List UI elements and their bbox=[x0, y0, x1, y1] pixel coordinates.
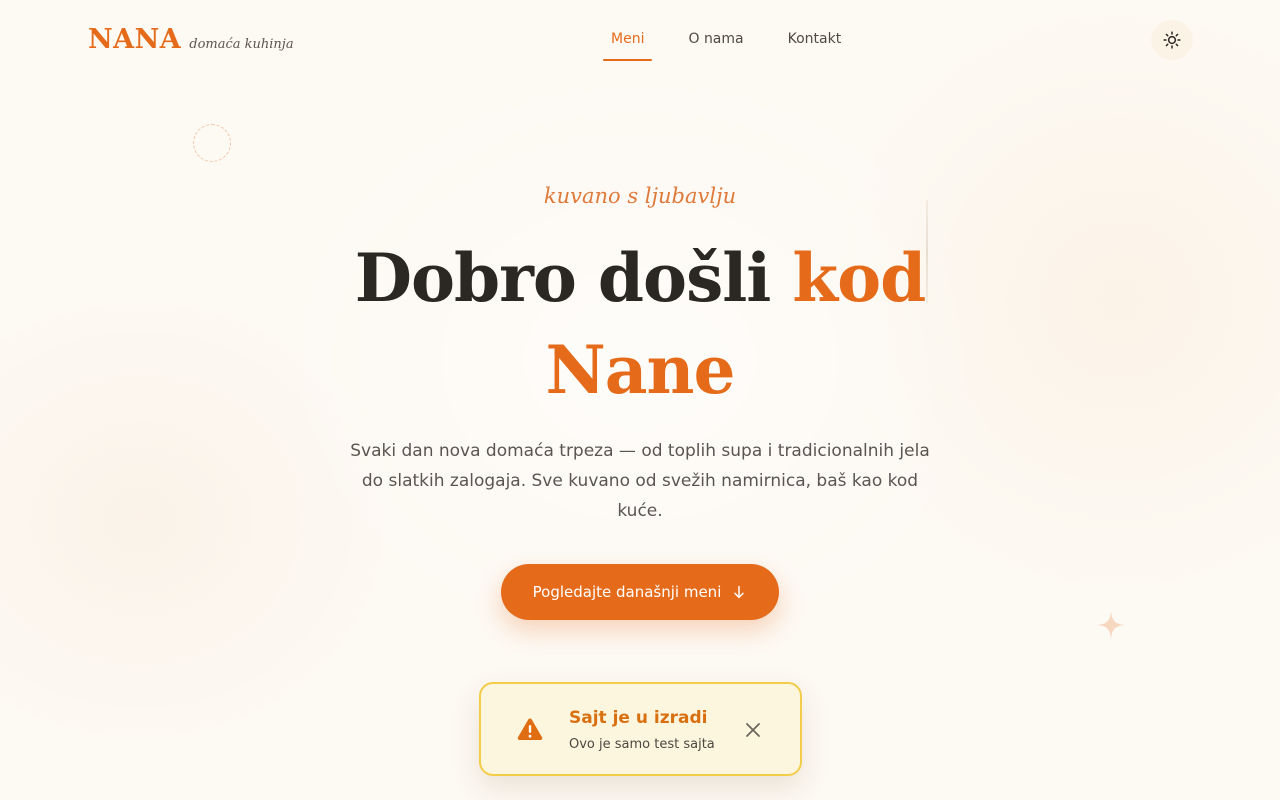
hero-description: Svaki dan nova domaća trpeza — od toplih… bbox=[350, 441, 930, 521]
view-menu-button-label: Pogledajte današnji meni bbox=[532, 583, 722, 601]
warning-icon bbox=[517, 718, 543, 740]
brand-name: NANA bbox=[88, 24, 182, 55]
arrow-down-icon bbox=[734, 585, 745, 599]
hero-kicker: kuvano s ljubavlju bbox=[543, 184, 737, 208]
toast-title: Sajt je u izradi bbox=[569, 708, 708, 728]
hero-title: Dobro došli kod Nane bbox=[340, 232, 940, 416]
nav-item-kontakt[interactable]: Kontakt bbox=[780, 31, 850, 61]
theme-toggle-button[interactable] bbox=[1151, 20, 1193, 60]
close-icon bbox=[746, 723, 760, 737]
main-nav: Meni O nama Kontakt bbox=[603, 31, 849, 61]
nav-item-meni[interactable]: Meni bbox=[603, 31, 653, 61]
toast-close-button[interactable] bbox=[743, 720, 763, 740]
brand-tagline: domaća kuhinja bbox=[189, 37, 294, 52]
nav-item-o-nama[interactable]: O nama bbox=[680, 31, 751, 61]
toast-message: Ovo je samo test sajta bbox=[569, 737, 715, 752]
sparkle-icon bbox=[1097, 611, 1125, 639]
decorative-dashed-circle bbox=[193, 124, 231, 162]
site-header: NANA domaća kuhinja Meni O nama Kontakt bbox=[0, 0, 1280, 82]
brand-logo[interactable]: NANA domaća kuhinja bbox=[88, 24, 294, 55]
construction-notice-toast: Sajt je u izradi Ovo je samo test sajta bbox=[479, 682, 802, 776]
hero-title-main: Dobro došli bbox=[354, 239, 793, 317]
sun-icon bbox=[1163, 31, 1181, 49]
view-menu-button[interactable]: Pogledajte današnji meni bbox=[501, 564, 779, 620]
